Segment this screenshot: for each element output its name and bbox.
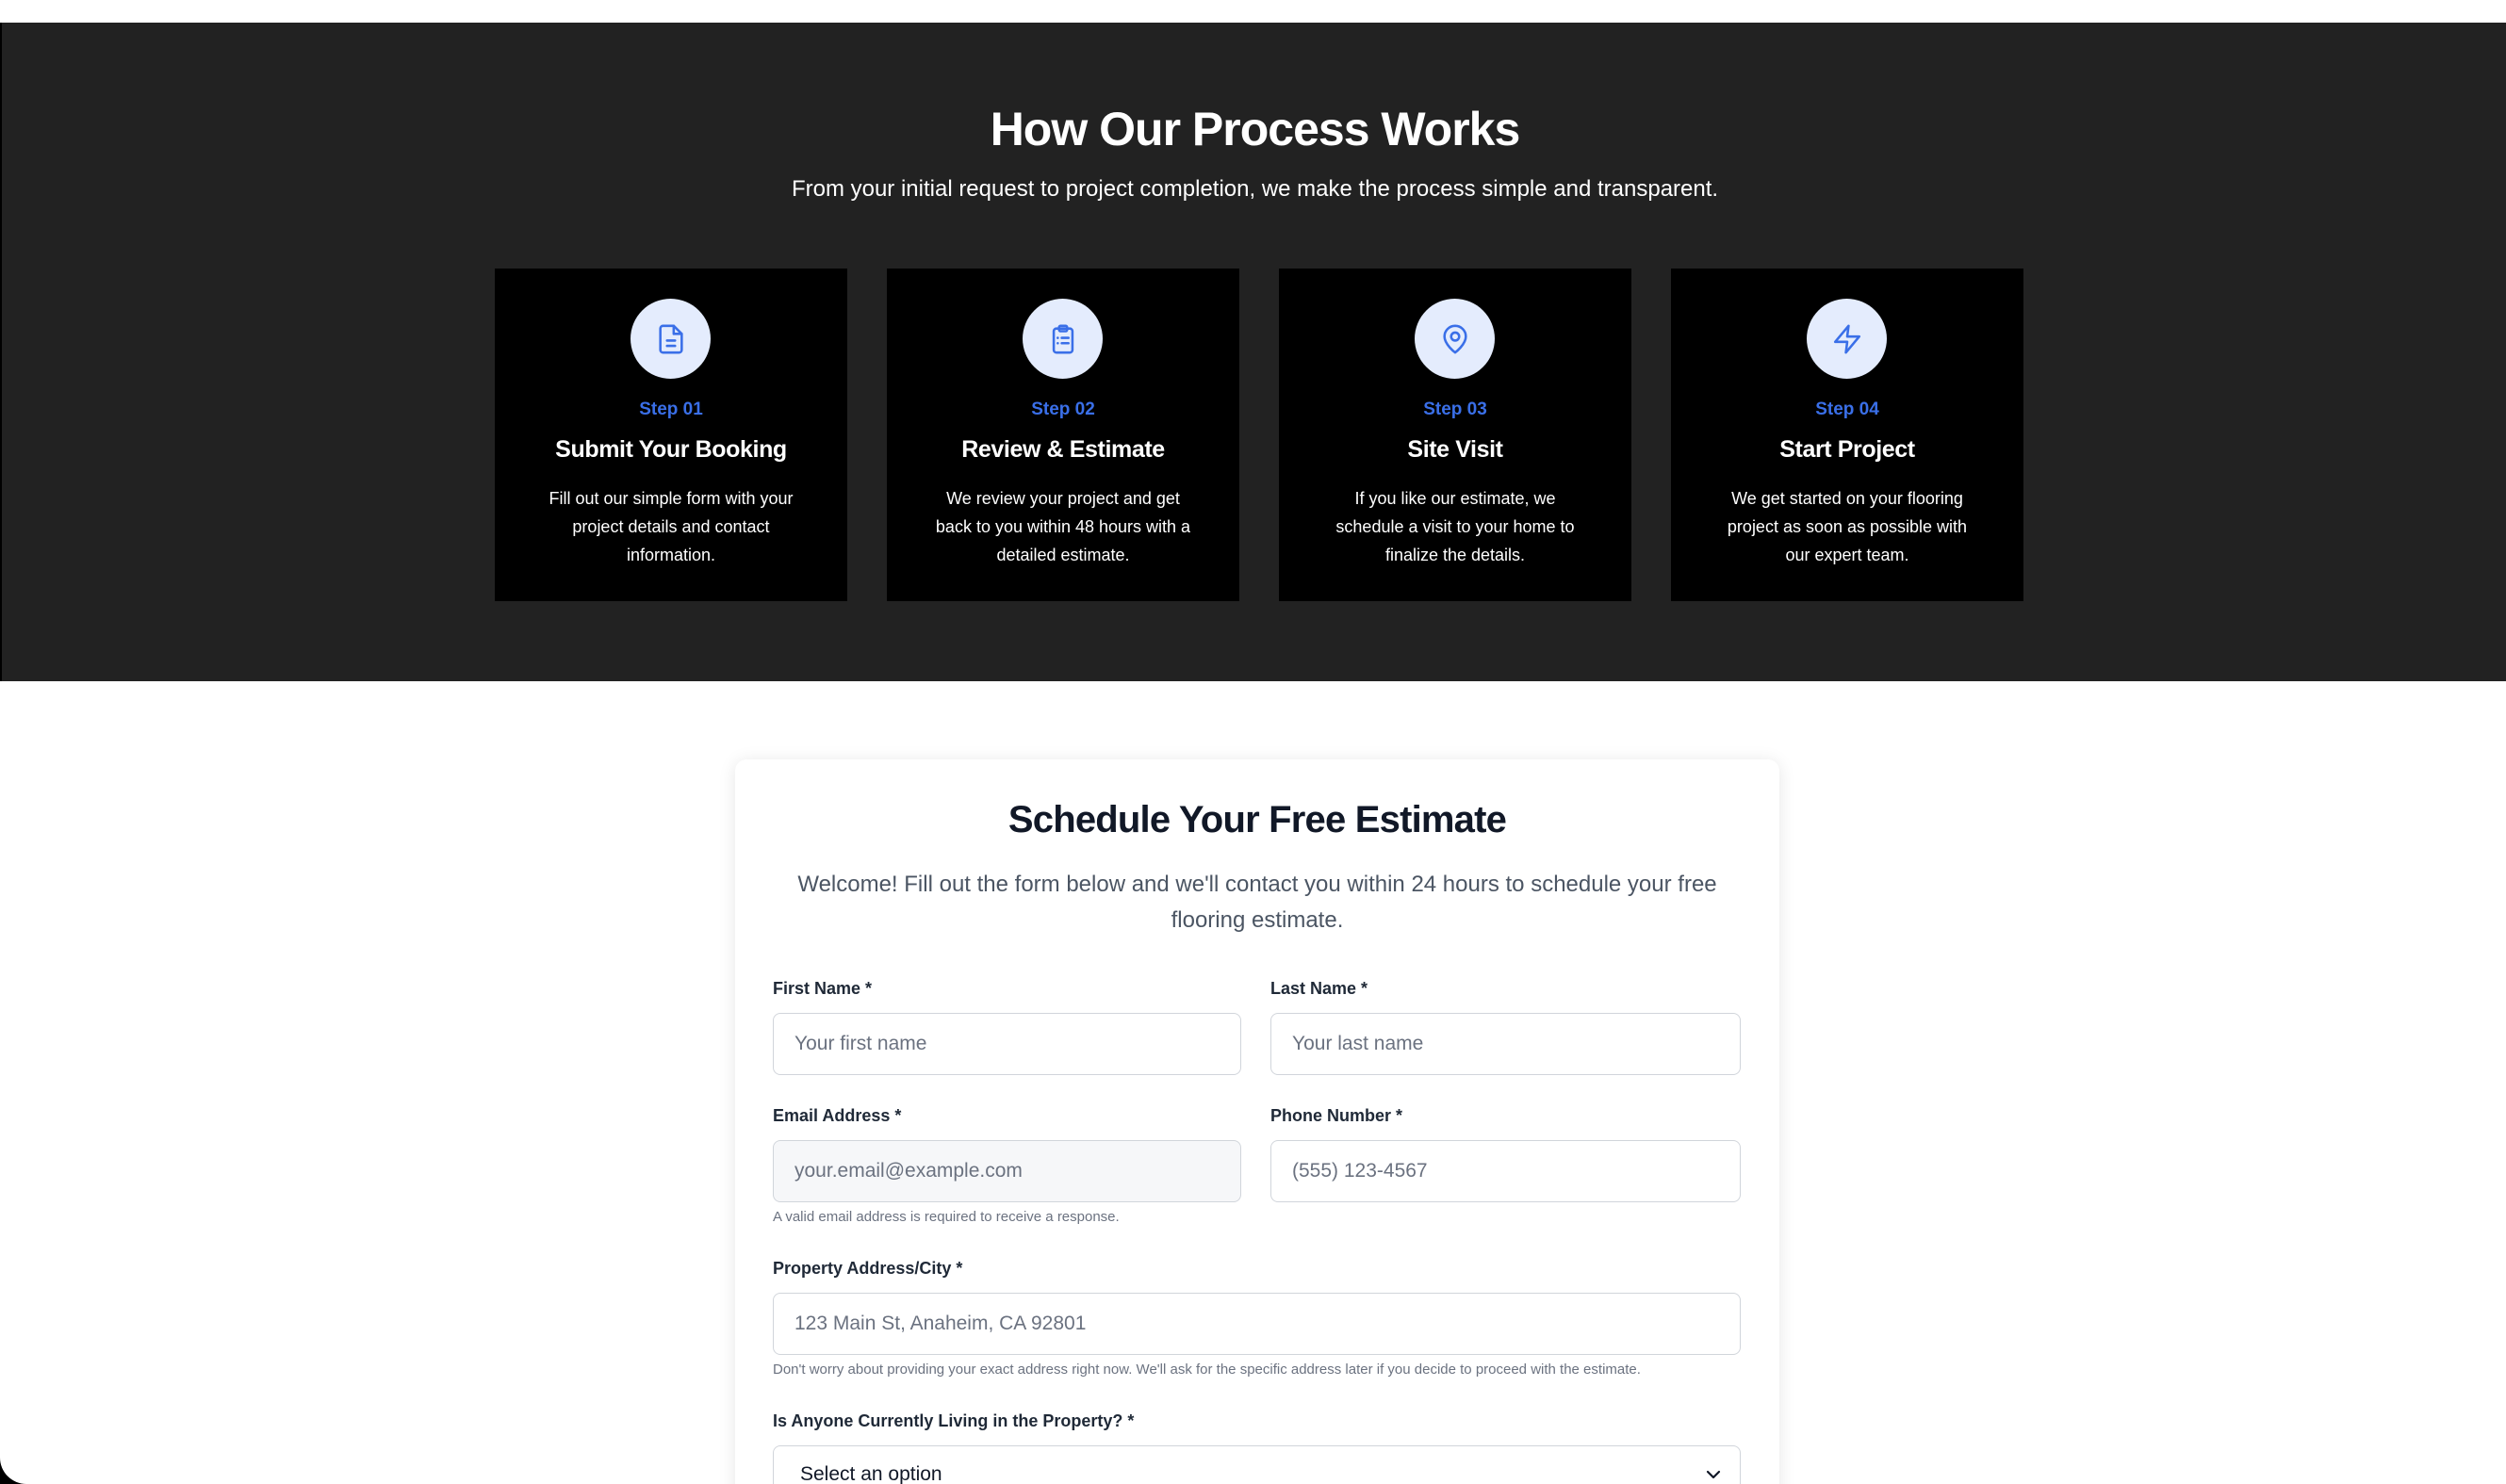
step-number: Step 03 [1423,400,1487,419]
lightning-icon [1807,299,1887,379]
form-intro: Welcome! Fill out the form below and we'… [797,872,1717,933]
step-card-1: Step 01 Submit Your Booking Fill out our… [495,269,847,601]
email-help-text: A valid email address is required to rec… [773,1209,1120,1225]
page: How Our Process Works From your initial … [0,0,2506,1484]
step-card-2: Step 02 Review & Estimate We review your… [887,269,1239,601]
step-number: Step 02 [1031,400,1095,419]
estimate-form: Schedule Your Free Estimate Welcome! Fil… [735,759,1779,1484]
occupancy-selected-value: Select an option [800,1463,942,1484]
chevron-down-icon [1706,1470,1721,1479]
first-name-input[interactable] [773,1013,1241,1075]
step-title: Review & Estimate [961,436,1165,463]
step-description: We get started on your flooring project … [1727,489,1968,564]
map-pin-icon [1415,299,1495,379]
first-name-label: First Name * [773,979,873,998]
process-title: How Our Process Works [990,103,1521,155]
step-description: Fill out our simple form with your proje… [549,489,794,564]
email-input[interactable] [773,1140,1241,1202]
phone-input[interactable] [1270,1140,1741,1202]
step-title: Submit Your Booking [555,436,787,463]
process-subtitle: From your initial request to project com… [791,176,1719,202]
step-card-4: Step 04 Start Project We get started on … [1671,269,2023,601]
clipboard-list-icon [1023,299,1103,379]
step-title: Start Project [1779,436,1915,463]
step-description: If you like our estimate, we schedule a … [1335,489,1575,564]
address-help-text: Don't worry about providing your exact a… [773,1362,1641,1378]
step-title: Site Visit [1407,436,1503,463]
top-bar [0,0,2506,23]
document-icon [631,299,711,379]
phone-label: Phone Number * [1270,1106,1403,1125]
last-name-input[interactable] [1270,1013,1741,1075]
step-description: We review your project and get back to y… [935,489,1191,564]
last-name-label: Last Name * [1270,979,1368,998]
step-card-3: Step 03 Site Visit If you like our estim… [1279,269,1631,601]
occupancy-select[interactable]: Select an option [773,1445,1741,1484]
step-number: Step 01 [639,400,703,419]
email-label: Email Address * [773,1106,902,1125]
step-number: Step 04 [1815,400,1879,419]
occupancy-label: Is Anyone Currently Living in the Proper… [773,1411,1135,1430]
form-title: Schedule Your Free Estimate [1007,799,1507,840]
address-input[interactable] [773,1293,1741,1355]
address-label: Property Address/City * [773,1259,963,1278]
process-section: How Our Process Works From your initial … [0,23,2506,681]
